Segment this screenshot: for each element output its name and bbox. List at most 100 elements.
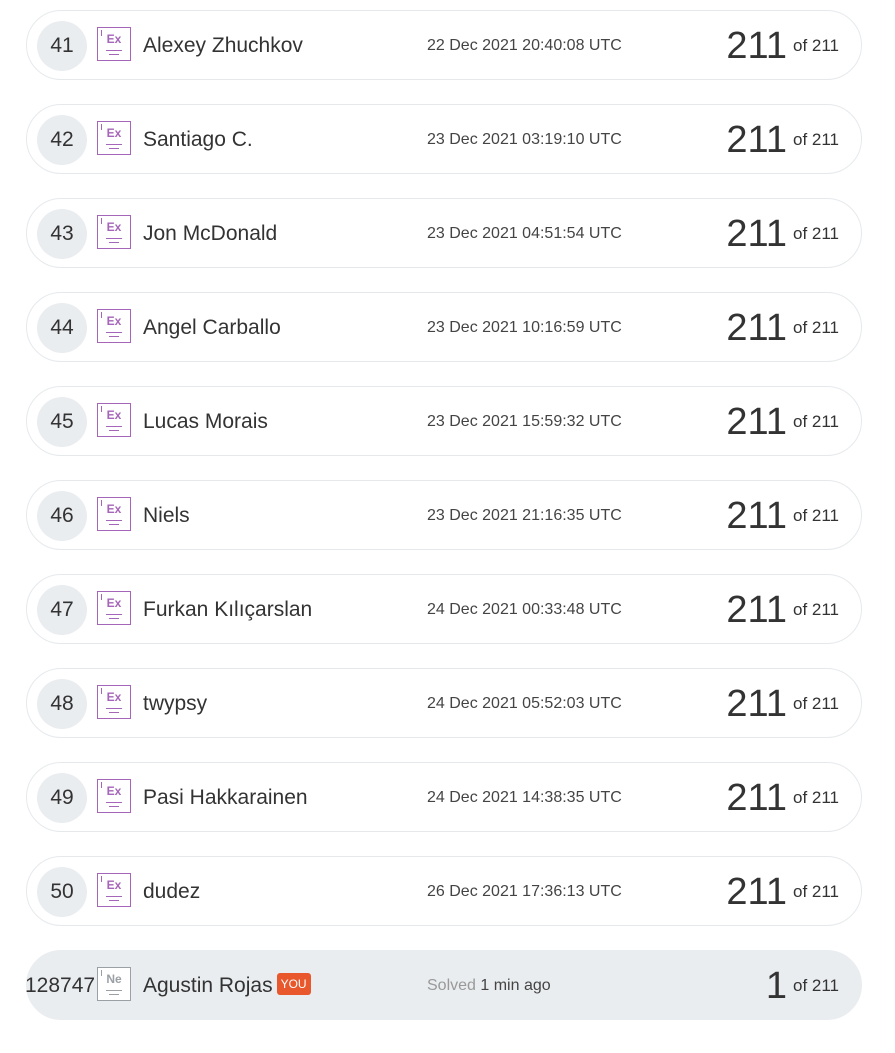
expert-level-badge-icon: Ex (97, 27, 131, 61)
score-total: of 211 (792, 788, 839, 807)
expert-level-badge-icon: Ex (97, 685, 131, 719)
user-name[interactable]: Lucas Morais (143, 387, 268, 457)
score: 211 of 211 (726, 11, 839, 81)
score-value: 211 (726, 401, 787, 443)
score-total: of 211 (792, 130, 839, 149)
user-name[interactable]: Angel Carballo (143, 293, 281, 363)
solved-timestamp: 23 Dec 2021 21:16:35 UTC (427, 507, 622, 524)
solved-timestamp: 22 Dec 2021 20:40:08 UTC (427, 37, 622, 54)
rank-number: 44 (37, 303, 87, 353)
user-name[interactable]: Pasi Hakkarainen (143, 763, 308, 833)
rank-number: 128747 (25, 974, 96, 997)
score-value: 211 (726, 307, 787, 349)
leaderboard-row[interactable]: 48 Ex twypsy 24 Dec 2021 05:52:03 UTC 21… (26, 668, 862, 738)
score-value: 211 (726, 871, 787, 913)
rank-number: 48 (37, 679, 87, 729)
user-name-text[interactable]: Agustin Rojas (143, 974, 273, 997)
score-value: 211 (726, 683, 787, 725)
leaderboard-row[interactable]: 42 Ex Santiago C. 23 Dec 2021 03:19:10 U… (26, 104, 862, 174)
solved-label: Solved (427, 977, 476, 994)
score-value: 211 (726, 119, 787, 161)
newbie-level-badge-icon: Ne (97, 967, 131, 1001)
badge-abbreviation: Ne (106, 972, 122, 986)
leaderboard-row[interactable]: 45 Ex Lucas Morais 23 Dec 2021 15:59:32 … (26, 386, 862, 456)
rank-number: 47 (37, 585, 87, 635)
rank-number: 43 (37, 209, 87, 259)
score-total: of 211 (792, 694, 839, 713)
score-value: 211 (726, 495, 787, 537)
score: 211 of 211 (726, 481, 839, 551)
leaderboard-row[interactable]: 41 Ex Alexey Zhuchkov 22 Dec 2021 20:40:… (26, 10, 862, 80)
leaderboard-row[interactable]: 43 Ex Jon McDonald 23 Dec 2021 04:51:54 … (26, 198, 862, 268)
score-total: of 211 (792, 224, 839, 243)
leaderboard-row[interactable]: 50 Ex dudez 26 Dec 2021 17:36:13 UTC 211… (26, 856, 862, 926)
solved-timestamp: 24 Dec 2021 00:33:48 UTC (427, 601, 622, 618)
leaderboard-list: 41 Ex Alexey Zhuchkov 22 Dec 2021 20:40:… (0, 0, 895, 1053)
badge-abbreviation: Ex (106, 502, 122, 516)
score-total: of 211 (792, 882, 839, 901)
user-name[interactable]: Niels (143, 481, 190, 551)
leaderboard-row[interactable]: 44 Ex Angel Carballo 23 Dec 2021 10:16:5… (26, 292, 862, 362)
score-total: of 211 (792, 318, 839, 337)
expert-level-badge-icon: Ex (97, 121, 131, 155)
user-name[interactable]: dudez (143, 857, 200, 927)
expert-level-badge-icon: Ex (97, 497, 131, 531)
user-name[interactable]: Alexey Zhuchkov (143, 11, 303, 81)
leaderboard-row[interactable]: 47 Ex Furkan Kılıçarslan 24 Dec 2021 00:… (26, 574, 862, 644)
score: 1 of 211 (766, 951, 839, 1021)
score: 211 of 211 (726, 575, 839, 645)
score-value: 211 (726, 589, 787, 631)
badge-abbreviation: Ex (106, 690, 122, 704)
current-user-row[interactable]: 128747 Ne Agustin Rojas YOU Solved 1 min … (25, 950, 862, 1021)
leaderboard-row[interactable]: 46 Ex Niels 23 Dec 2021 21:16:35 UTC 211… (26, 480, 862, 550)
score: 211 of 211 (726, 293, 839, 363)
score-total: of 211 (792, 976, 839, 995)
solved-timestamp: 23 Dec 2021 04:51:54 UTC (427, 225, 622, 242)
leaderboard-row[interactable]: 49 Ex Pasi Hakkarainen 24 Dec 2021 14:38… (26, 762, 862, 832)
solved-timestamp: 24 Dec 2021 05:52:03 UTC (427, 695, 622, 712)
solved-timestamp: Solved 1 min ago (427, 951, 551, 1021)
solved-timestamp: 23 Dec 2021 10:16:59 UTC (427, 319, 622, 336)
solved-timestamp: 23 Dec 2021 15:59:32 UTC (427, 413, 622, 430)
score: 211 of 211 (726, 763, 839, 833)
score-value: 211 (726, 213, 787, 255)
score-total: of 211 (792, 506, 839, 525)
rank-number: 41 (37, 21, 87, 71)
badge-abbreviation: Ex (106, 220, 122, 234)
score-total: of 211 (792, 36, 839, 55)
user-name[interactable]: twypsy (143, 669, 207, 739)
score-total: of 211 (792, 412, 839, 431)
solved-time: 1 min ago (480, 977, 551, 994)
solved-timestamp: 26 Dec 2021 17:36:13 UTC (427, 883, 622, 900)
score: 211 of 211 (726, 387, 839, 457)
score-value: 1 (765, 965, 787, 1007)
score: 211 of 211 (726, 199, 839, 269)
expert-level-badge-icon: Ex (97, 873, 131, 907)
score-total: of 211 (792, 600, 839, 619)
rank-number: 42 (37, 115, 87, 165)
you-badge: YOU (276, 973, 311, 996)
rank-number: 49 (37, 773, 87, 823)
user-name[interactable]: Furkan Kılıçarslan (143, 575, 312, 645)
expert-level-badge-icon: Ex (97, 591, 131, 625)
user-name[interactable]: Santiago C. (143, 105, 253, 175)
score: 211 of 211 (726, 669, 839, 739)
user-name[interactable]: Jon McDonald (143, 199, 277, 269)
badge-abbreviation: Ex (106, 596, 122, 610)
rank-number: 45 (37, 397, 87, 447)
expert-level-badge-icon: Ex (97, 403, 131, 437)
user-name[interactable]: Agustin Rojas YOU (143, 951, 311, 1021)
score: 211 of 211 (726, 105, 839, 175)
badge-abbreviation: Ex (106, 408, 122, 422)
expert-level-badge-icon: Ex (97, 309, 131, 343)
rank-number: 50 (37, 867, 87, 917)
score: 211 of 211 (726, 857, 839, 927)
badge-abbreviation: Ex (106, 314, 122, 328)
expert-level-badge-icon: Ex (97, 215, 131, 249)
score-value: 211 (726, 777, 787, 819)
rank-number: 46 (37, 491, 87, 541)
expert-level-badge-icon: Ex (97, 779, 131, 813)
badge-abbreviation: Ex (106, 32, 122, 46)
solved-timestamp: 24 Dec 2021 14:38:35 UTC (427, 789, 622, 806)
score-value: 211 (726, 25, 787, 67)
